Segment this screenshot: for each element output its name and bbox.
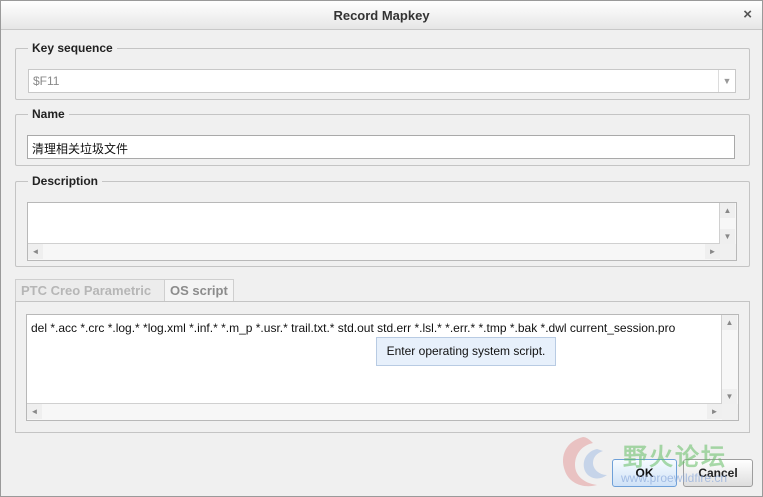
- os-script-textarea[interactable]: del *.acc *.crc *.log.* *log.xml *.inf.*…: [26, 314, 739, 421]
- name-field[interactable]: 清理相关垃圾文件: [27, 135, 735, 159]
- scroll-right-icon[interactable]: ►: [705, 244, 720, 259]
- name-label: Name: [32, 107, 65, 121]
- scroll-right-icon[interactable]: ►: [707, 404, 722, 419]
- ok-button[interactable]: OK: [612, 459, 677, 487]
- name-group: Name 清理相关垃圾文件: [15, 107, 750, 166]
- key-sequence-label: Key sequence: [32, 41, 113, 55]
- scroll-down-icon[interactable]: ▼: [722, 389, 737, 404]
- key-sequence-value: $F11: [33, 74, 60, 88]
- description-horizontal-scrollbar[interactable]: ◄ ►: [28, 243, 720, 260]
- scroll-up-icon[interactable]: ▲: [722, 315, 737, 330]
- tab-os-script[interactable]: OS script: [164, 279, 234, 302]
- os-script-panel: del *.acc *.crc *.log.* *log.xml *.inf.*…: [15, 301, 750, 433]
- scroll-up-icon[interactable]: ▲: [720, 203, 735, 218]
- scroll-corner: [722, 404, 738, 420]
- close-icon[interactable]: ×: [743, 6, 752, 23]
- description-vertical-scrollbar[interactable]: ▲ ▼: [719, 203, 736, 244]
- os-script-horizontal-scrollbar[interactable]: ◄ ►: [27, 403, 722, 420]
- description-label: Description: [32, 174, 99, 188]
- os-script-tooltip: Enter operating system script.: [376, 337, 556, 366]
- flame-logo-icon: [563, 437, 607, 487]
- tab-ptc-creo-parametric[interactable]: PTC Creo Parametric: [15, 279, 165, 302]
- scroll-left-icon[interactable]: ◄: [28, 244, 43, 259]
- key-sequence-combo[interactable]: $F11 ▼: [28, 69, 736, 93]
- cancel-button[interactable]: Cancel: [683, 459, 753, 487]
- description-group: Description ▲ ▼ ◄ ►: [15, 174, 750, 267]
- scroll-corner: [720, 244, 736, 260]
- title-bar: Record Mapkey ×: [1, 1, 762, 30]
- chevron-down-icon[interactable]: ▼: [718, 70, 735, 92]
- name-value: 清理相关垃圾文件: [32, 142, 129, 156]
- scroll-left-icon[interactable]: ◄: [27, 404, 42, 419]
- os-script-vertical-scrollbar[interactable]: ▲ ▼: [721, 315, 738, 404]
- description-textarea[interactable]: ▲ ▼ ◄ ►: [27, 202, 737, 261]
- record-mapkey-dialog: Record Mapkey × Key sequence $F11 ▼ Name…: [0, 0, 763, 497]
- scroll-down-icon[interactable]: ▼: [720, 229, 735, 244]
- key-sequence-group: Key sequence $F11 ▼: [15, 41, 750, 100]
- os-script-value: del *.acc *.crc *.log.* *log.xml *.inf.*…: [31, 321, 676, 335]
- dialog-title: Record Mapkey: [333, 8, 430, 23]
